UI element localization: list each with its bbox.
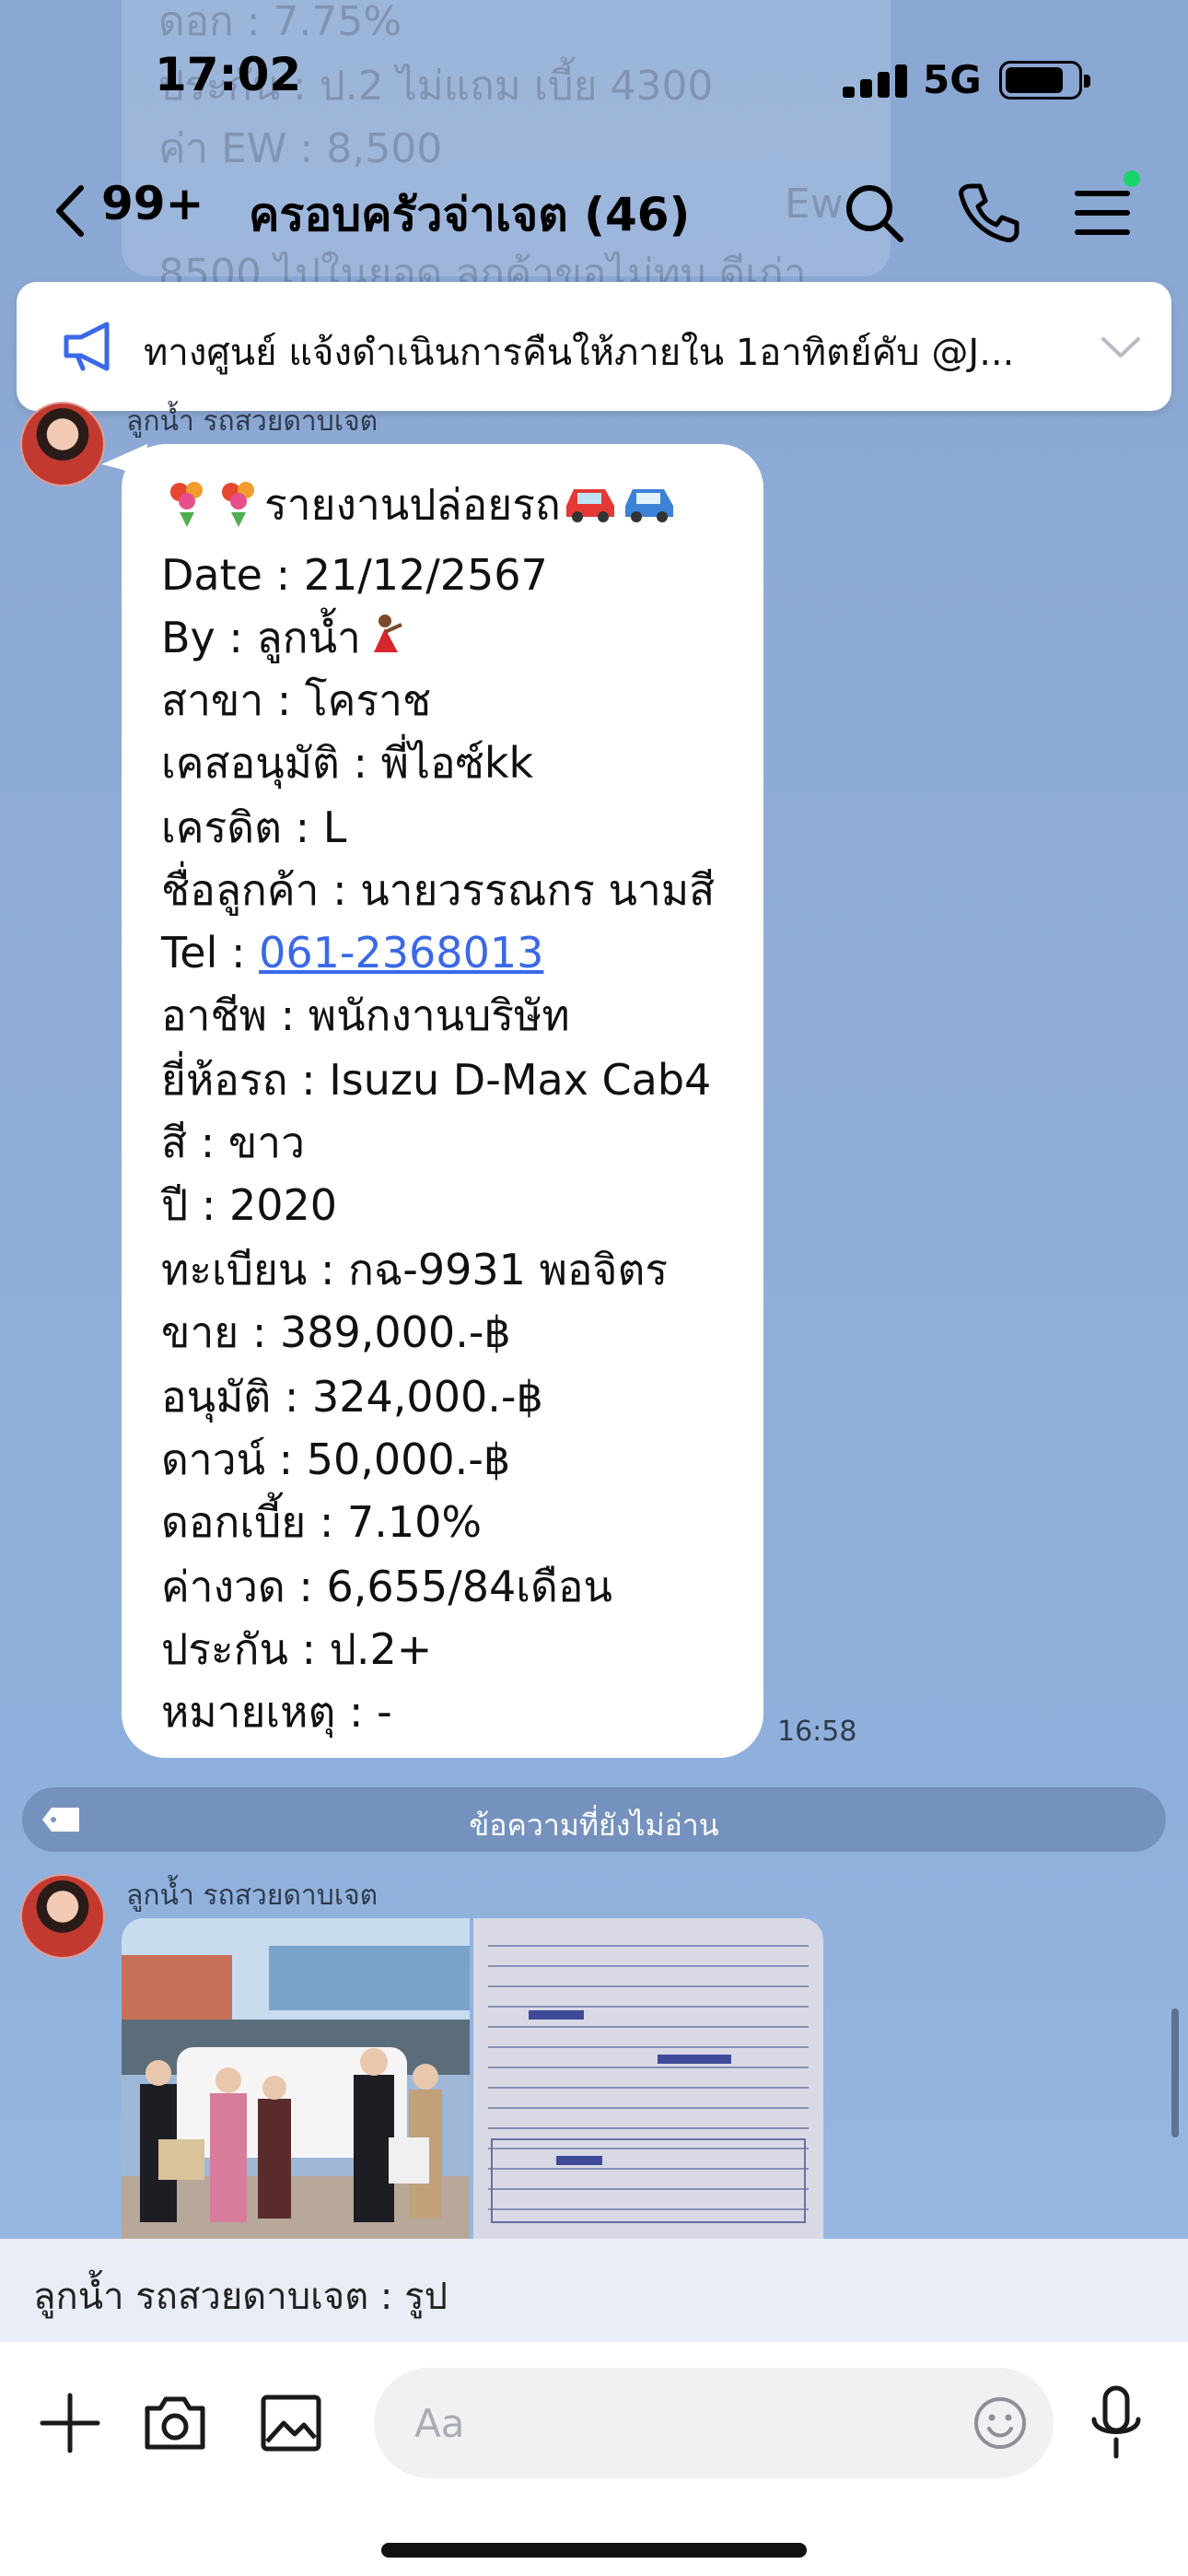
- message-line: ดอกเบี้ย : 7.10%: [161, 1497, 483, 1547]
- announcement-banner[interactable]: ทางศูนย์ แจ้งดำเนินการคืนให้ภายใน 1อาทิต…: [17, 282, 1171, 411]
- unread-count[interactable]: 99+: [101, 177, 204, 230]
- message-line: สี : ขาว: [161, 1118, 305, 1167]
- message-input[interactable]: Aa: [374, 2368, 1054, 2478]
- signal-icon: [843, 64, 909, 98]
- message-line: ยี่ห้อรถ : Isuzu D-Max Cab4: [161, 1055, 712, 1105]
- input-bar: Aa: [0, 2342, 1188, 2576]
- sender-avatar[interactable]: [20, 402, 105, 486]
- message-line: ขาย : 389,000.-฿: [161, 1307, 511, 1357]
- group-title[interactable]: ครอบครัวจ่าเจต (46): [249, 179, 690, 252]
- red-car-emoji: [561, 478, 620, 537]
- message-line: ประกัน : ป.2+: [161, 1624, 433, 1674]
- mic-icon[interactable]: [1079, 2383, 1153, 2464]
- plus-icon[interactable]: [33, 2386, 107, 2460]
- message-line: By : ลูกน้ำ: [161, 610, 407, 671]
- camera-icon[interactable]: [138, 2386, 212, 2460]
- message-title-line: รายงานปล่อยรถ: [161, 475, 679, 540]
- customer-photo[interactable]: [122, 1918, 470, 2244]
- message-line: ชื่อลูกค้า : นายวรรณกร นามสี: [161, 865, 716, 915]
- online-indicator: [1124, 170, 1140, 187]
- home-indicator[interactable]: [381, 2543, 807, 2558]
- message-line: Tel : 061-2368013: [161, 925, 543, 980]
- image-icon[interactable]: [254, 2386, 328, 2460]
- sender-name: ลูกน้ำ รถสวยดาบเจต: [126, 405, 379, 438]
- new-message-preview[interactable]: ลูกน้ำ รถสวยดาบเจต : รูป: [0, 2239, 1188, 2342]
- phone-icon[interactable]: [954, 179, 1022, 247]
- megaphone-icon: [64, 322, 110, 371]
- clock: 17:02: [155, 48, 302, 101]
- status-bar: 17:02 5G: [0, 0, 1188, 138]
- dancer-emoji: [361, 612, 407, 671]
- message-bubble[interactable]: รายงานปล่อยรถ Date : 21/12/2567 By : ลูก…: [122, 444, 763, 1758]
- network-type: 5G: [923, 57, 982, 102]
- message-line: ปี : 2020: [161, 1180, 338, 1230]
- chevron-down-icon[interactable]: [1100, 332, 1142, 361]
- message-line: เคสอนุมัติ : พี่ไอซ์kk: [161, 738, 534, 788]
- message-line: อนุมัติ : 324,000.-฿: [161, 1372, 543, 1422]
- phone-link[interactable]: 061-2368013: [259, 928, 543, 978]
- message-timestamp: 16:58: [777, 1715, 857, 1748]
- message-line: หมายเหตุ : -: [161, 1687, 392, 1737]
- phone-label: Tel :: [161, 928, 260, 978]
- unread-label: ข้อความที่ยังไม่อ่าน: [469, 1808, 719, 1843]
- announcement-text: ทางศูนย์ แจ้งดำเนินการคืนให้ภายใน 1อาทิต…: [144, 332, 1015, 374]
- message-line-text: By : ลูกน้ำ: [161, 613, 361, 662]
- unread-divider: ข้อความที่ยังไม่อ่าน: [22, 1787, 1166, 1852]
- chat-header: 99+ ครอบครัวจ่าเจต (46): [0, 166, 1188, 258]
- emoji-icon[interactable]: [971, 2394, 1030, 2453]
- message-line: ดาวน์ : 50,000.-฿: [161, 1434, 511, 1484]
- document-photo[interactable]: [473, 1918, 823, 2244]
- input-placeholder: Aa: [414, 2401, 465, 2446]
- message-line: ค่างวด : 6,655/84เดือน: [161, 1562, 612, 1611]
- sender-name: ลูกน้ำ รถสวยดาบเจต: [126, 1879, 379, 1912]
- message-line: เครดิต : L: [161, 802, 347, 852]
- menu-icon[interactable]: [1068, 179, 1136, 247]
- message-line: สาขา : โคราช: [161, 675, 432, 725]
- blue-car-emoji: [620, 478, 679, 537]
- search-icon[interactable]: [840, 179, 908, 247]
- bouquet-emoji: [161, 475, 213, 540]
- sender-avatar[interactable]: [20, 1874, 105, 1959]
- scrollbar[interactable]: [1171, 2008, 1179, 2137]
- battery-icon: [999, 61, 1090, 100]
- preview-text: ลูกน้ำ รถสวยดาบเจต : รูป: [33, 2276, 448, 2318]
- bouquet-emoji: [213, 475, 264, 540]
- message-line: อาชีพ : พนักงานบริษัท: [161, 990, 570, 1040]
- message-line: Date : 21/12/2567: [161, 550, 548, 600]
- message-line: ทะเบียน : กฉ-9931 พอจิตร: [161, 1245, 669, 1294]
- message-title: รายงานปล่อยรถ: [264, 479, 561, 530]
